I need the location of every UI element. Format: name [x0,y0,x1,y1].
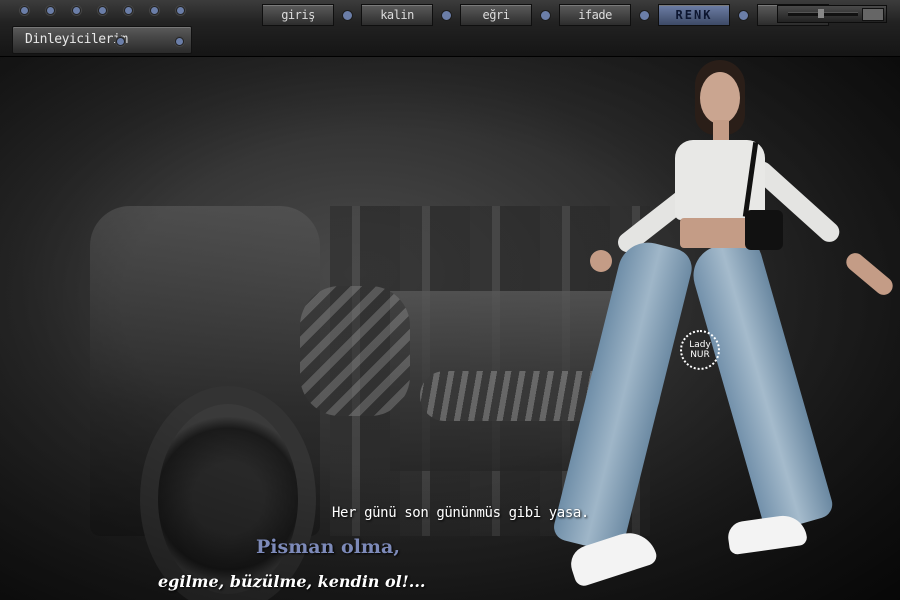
dot-icon [124,6,133,15]
handbag-image [745,210,783,250]
dot-icon [72,6,81,15]
dot-icon [639,9,650,21]
dot-icon [46,6,55,15]
dot-icon [98,6,107,15]
menu-egri[interactable]: eğri [460,4,532,26]
volume-slider[interactable] [777,5,887,23]
dot-icon [20,6,29,15]
subline-text: egilme, büzülme, kendin ol!... [158,572,426,591]
dot-icon [738,9,749,21]
menu-giris[interactable]: giriş [262,4,334,26]
dot-icon [116,37,125,46]
dot-icon [540,9,551,21]
slider-thumb[interactable] [818,9,824,18]
main-menu: giriş kalin eğri ifade RENK ses [262,4,829,26]
dot-icon [175,37,184,46]
quote-text: Her günü son gününmüs gibi yasa. [332,505,589,521]
menu-renk[interactable]: RENK [658,4,730,26]
listeners-button[interactable]: Dinleyicilerim [12,26,192,54]
slider-end-button[interactable] [862,8,884,21]
dot-icon [176,6,185,15]
listeners-label: Dinleyicilerim [25,32,128,47]
headline-text: Pisman olma, [256,536,400,558]
dot-icon [150,6,159,15]
dot-icon [441,9,452,21]
woman-figure-image [551,60,900,600]
dot-icon [342,9,353,21]
menu-ifade[interactable]: ifade [559,4,631,26]
top-bar: Dinleyicilerim giriş kalin eğri ifade RE… [0,0,900,57]
decorative-dots [20,6,185,15]
menu-kalin[interactable]: kalin [361,4,433,26]
lady-nur-watermark: Lady NUR [680,330,720,370]
